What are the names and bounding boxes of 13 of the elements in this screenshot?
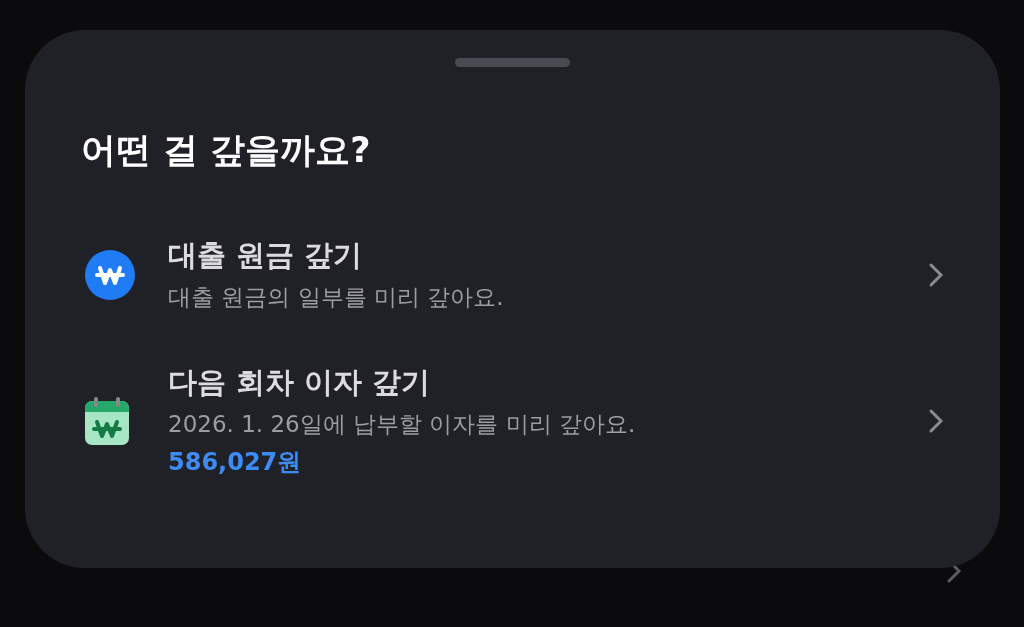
option-row[interactable]: 다음 회차 이자 갚기 2026. 1. 26일에 납부할 이자를 미리 갚아요. 586,027원 xyxy=(25,363,1000,478)
chevron-right-icon xyxy=(928,407,944,434)
amount-text: 586,027원 xyxy=(168,447,303,478)
drag-handle[interactable] xyxy=(455,58,570,67)
won-coin-icon xyxy=(85,249,135,300)
option-title: 다음 회차 이자 갚기 xyxy=(168,364,432,401)
option-row[interactable]: 대출 원금 갚기 대출 원금의 일부를 미리 갚아요. xyxy=(25,236,1000,313)
option-description: 대출 원금의 일부를 미리 갚아요. xyxy=(168,283,505,312)
sheet-title: 어떤 걸 갚을까요? xyxy=(81,129,372,172)
calendar-won-icon xyxy=(85,396,129,445)
option-description: 2026. 1. 26일에 납부할 이자를 미리 갚아요. xyxy=(168,410,637,439)
option-title: 대출 원금 갚기 xyxy=(168,237,364,274)
chevron-right-icon xyxy=(928,261,944,288)
